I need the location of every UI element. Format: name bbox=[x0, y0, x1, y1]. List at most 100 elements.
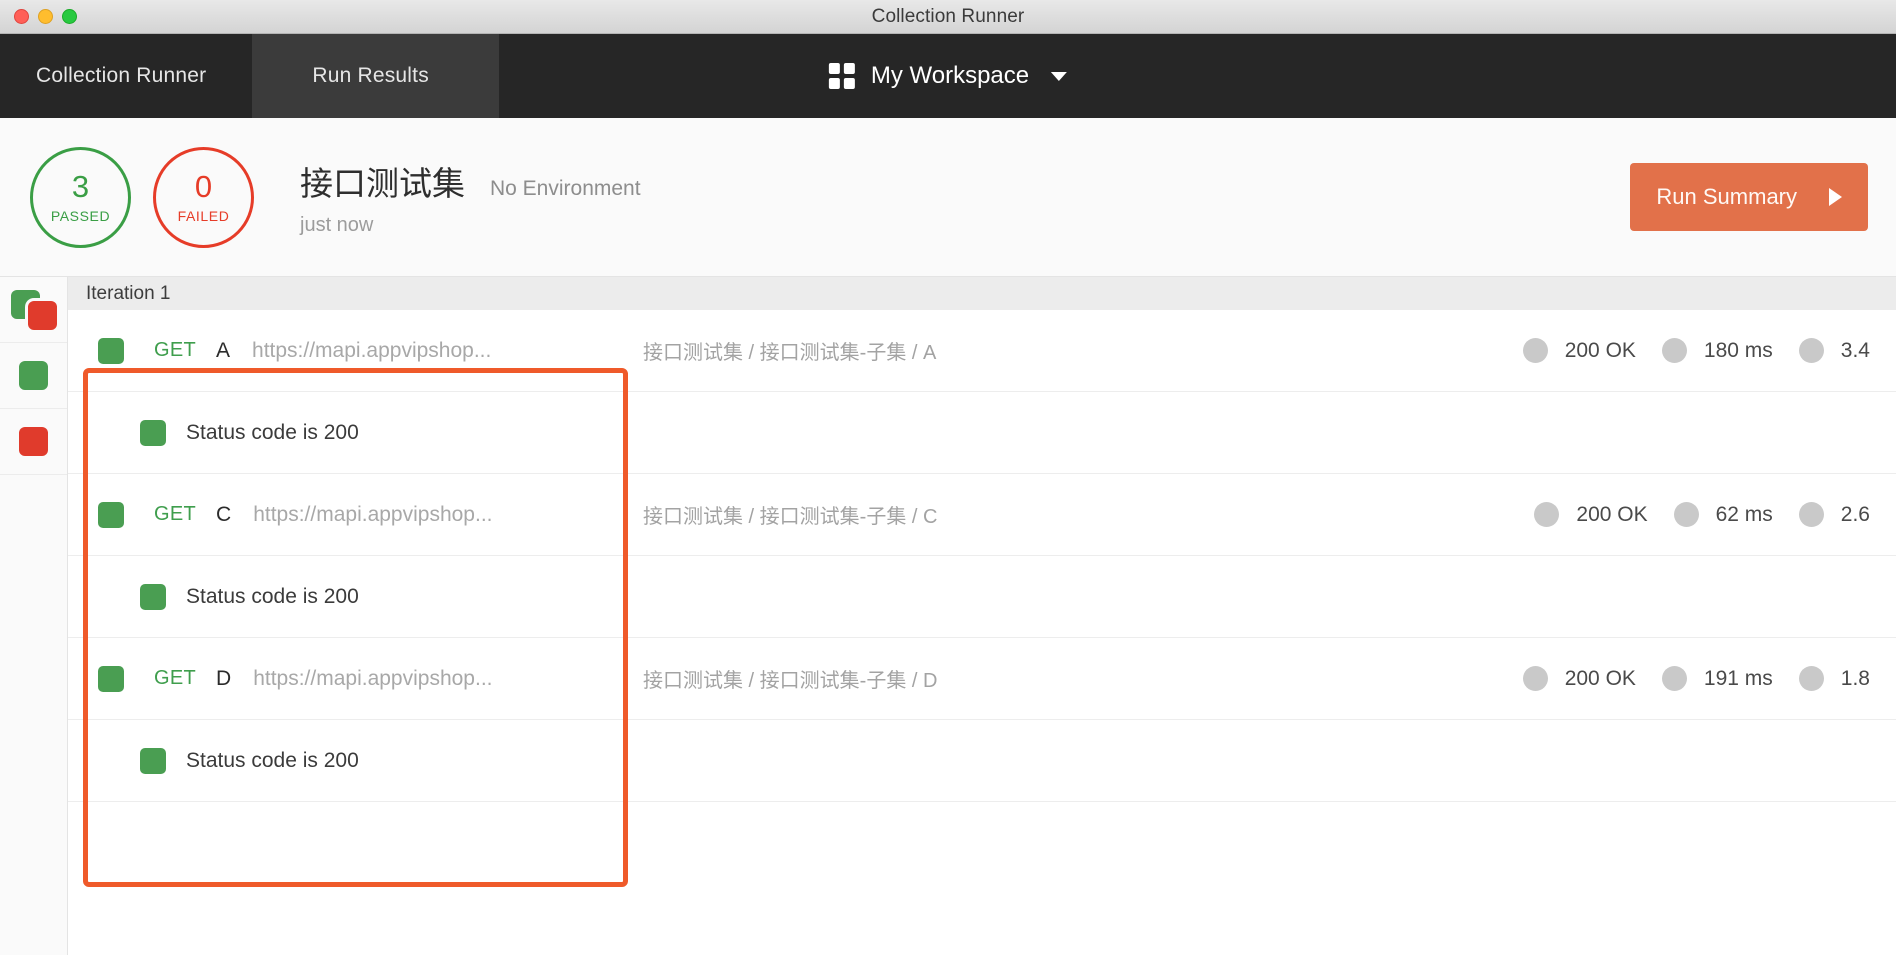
breadcrumb: 接口测试集 / 接口测试集-子集 / D bbox=[643, 670, 938, 692]
stat-bullet-icon bbox=[1798, 338, 1824, 363]
test-cell: Status code is 200 bbox=[68, 747, 625, 774]
test-cell: Status code is 200 bbox=[68, 419, 625, 446]
breadcrumb: 接口测试集 / 接口测试集-子集 / A bbox=[643, 342, 937, 364]
stat-value: 200 OK bbox=[1564, 666, 1636, 690]
stat-bullet-icon bbox=[1534, 502, 1560, 527]
request-stats: 200 OK 191 ms 1.8 bbox=[1522, 666, 1896, 691]
tab-run-results-label: Run Results bbox=[312, 64, 429, 87]
tab-collection-runner[interactable]: Collection Runner bbox=[0, 34, 253, 118]
test-name: Status code is 200 bbox=[186, 584, 359, 608]
request-url: https://mapi.appvipshop... bbox=[252, 338, 492, 362]
stat-value: 1.8 bbox=[1840, 666, 1870, 690]
status-square-icon bbox=[140, 747, 166, 774]
red-square-icon bbox=[19, 427, 48, 456]
status-square-icon bbox=[98, 337, 124, 364]
chevron-down-icon bbox=[1051, 71, 1068, 81]
tab-collection-runner-label: Collection Runner bbox=[36, 64, 207, 87]
sidebar-item-filter-passed[interactable] bbox=[0, 343, 67, 409]
request-url: https://mapi.appvipshop... bbox=[253, 502, 493, 526]
run-summary-strip: 3 PASSED 0 FAILED 接口测试集 No Environment j… bbox=[0, 118, 1896, 277]
request-method: GET bbox=[154, 503, 197, 525]
workspace-name: My Workspace bbox=[870, 62, 1030, 89]
test-name: Status code is 200 bbox=[186, 748, 359, 772]
failed-label: FAILED bbox=[177, 207, 230, 224]
request-method: GET bbox=[154, 667, 197, 689]
request-name: A bbox=[216, 338, 231, 362]
response-time-stat: 191 ms bbox=[1661, 666, 1773, 691]
passed-count: 3 bbox=[71, 168, 90, 204]
workspace-selector[interactable]: My Workspace bbox=[828, 62, 1068, 90]
request-cell: GET Dhttps://mapi.appvipshop... bbox=[68, 665, 625, 692]
stat-value: 3.4 bbox=[1840, 338, 1870, 362]
green-square-icon bbox=[19, 361, 48, 390]
response-size-stat: 2.6 bbox=[1798, 502, 1870, 527]
test-assertion-row[interactable]: Status code is 200 bbox=[68, 720, 1896, 802]
test-assertion-row[interactable]: Status code is 200 bbox=[68, 556, 1896, 638]
tab-run-results[interactable]: Run Results bbox=[252, 34, 499, 118]
breadcrumb: 接口测试集 / 接口测试集-子集 / C bbox=[643, 506, 938, 528]
request-name: C bbox=[216, 502, 232, 526]
stat-bullet-icon bbox=[1798, 666, 1824, 691]
response-time-stat: 180 ms bbox=[1661, 338, 1773, 363]
tab-divider-chevron-2 bbox=[528, 34, 544, 118]
status-code-stat: 200 OK bbox=[1522, 338, 1636, 363]
stat-value: 200 OK bbox=[1576, 502, 1648, 526]
status-square-icon bbox=[140, 419, 166, 446]
window-titlebar: Collection Runner bbox=[0, 0, 1896, 34]
results-filter-sidebar bbox=[0, 277, 68, 955]
request-name: D bbox=[216, 666, 232, 690]
stat-value: 180 ms bbox=[1703, 338, 1773, 362]
status-code-stat: 200 OK bbox=[1522, 666, 1636, 691]
play-triangle-icon bbox=[1829, 188, 1842, 206]
passed-label: PASSED bbox=[50, 207, 111, 224]
run-summary-button[interactable]: Run Summary bbox=[1630, 163, 1868, 231]
failed-count: 0 bbox=[194, 168, 213, 204]
stat-bullet-icon bbox=[1673, 502, 1699, 527]
request-cell: GET Chttps://mapi.appvipshop... bbox=[68, 501, 625, 528]
response-time-stat: 62 ms bbox=[1673, 502, 1773, 527]
request-cell: GET Ahttps://mapi.appvipshop... bbox=[68, 337, 625, 364]
window-title: Collection Runner bbox=[871, 5, 1025, 27]
test-name: Status code is 200 bbox=[186, 420, 359, 444]
request-row[interactable]: GET Ahttps://mapi.appvipshop... 接口测试集 / 接口… bbox=[68, 310, 1896, 392]
request-method: GET bbox=[154, 339, 197, 361]
status-square-icon bbox=[98, 665, 124, 692]
response-size-stat: 3.4 bbox=[1798, 338, 1870, 363]
request-row[interactable]: GET Chttps://mapi.appvipshop... 接口测试集 / 接口… bbox=[68, 474, 1896, 556]
response-size-stat: 1.8 bbox=[1798, 666, 1870, 691]
result-rows: GET Ahttps://mapi.appvipshop... 接口测试集 / 接口… bbox=[68, 310, 1896, 802]
stat-bullet-icon bbox=[1522, 338, 1548, 363]
iteration-label: Iteration 1 bbox=[86, 282, 171, 304]
collection-info: 接口测试集 No Environment just now bbox=[300, 157, 641, 237]
stat-value: 200 OK bbox=[1564, 338, 1636, 362]
stacked-squares-icon bbox=[10, 289, 57, 330]
grid-icon bbox=[828, 63, 855, 89]
collection-name: 接口测试集 bbox=[300, 165, 465, 202]
failed-counter: 0 FAILED bbox=[153, 146, 254, 248]
environment-name: No Environment bbox=[490, 177, 641, 200]
run-timestamp: just now bbox=[300, 214, 374, 236]
status-square-icon bbox=[140, 583, 166, 610]
passed-counter: 3 PASSED bbox=[30, 146, 131, 248]
run-summary-button-label: Run Summary bbox=[1656, 184, 1797, 209]
stat-value: 191 ms bbox=[1703, 666, 1773, 690]
app-navbar: Collection Runner Run Results My Workspa… bbox=[0, 34, 1896, 118]
stat-value: 62 ms bbox=[1715, 502, 1773, 526]
request-url: https://mapi.appvipshop... bbox=[253, 666, 493, 690]
iteration-header: Iteration 1 bbox=[68, 277, 1896, 310]
stat-bullet-icon bbox=[1522, 666, 1548, 691]
stat-bullet-icon bbox=[1661, 338, 1687, 363]
request-stats: 200 OK 180 ms 3.4 bbox=[1522, 338, 1896, 363]
stat-bullet-icon bbox=[1661, 666, 1687, 691]
test-assertion-row[interactable]: Status code is 200 bbox=[68, 392, 1896, 474]
results-area: Iteration 1 GET Ahttps://mapi.appvipshop.… bbox=[0, 277, 1896, 955]
sidebar-item-filter-all[interactable] bbox=[0, 277, 67, 343]
status-square-icon bbox=[98, 501, 124, 528]
status-code-stat: 200 OK bbox=[1534, 502, 1648, 527]
test-cell: Status code is 200 bbox=[68, 583, 625, 610]
request-row[interactable]: GET Dhttps://mapi.appvipshop... 接口测试集 / 接口… bbox=[68, 638, 1896, 720]
stat-value: 2.6 bbox=[1840, 502, 1870, 526]
results-list: Iteration 1 GET Ahttps://mapi.appvipshop.… bbox=[68, 277, 1896, 955]
stat-bullet-icon bbox=[1798, 502, 1824, 527]
sidebar-item-filter-failed[interactable] bbox=[0, 409, 67, 475]
